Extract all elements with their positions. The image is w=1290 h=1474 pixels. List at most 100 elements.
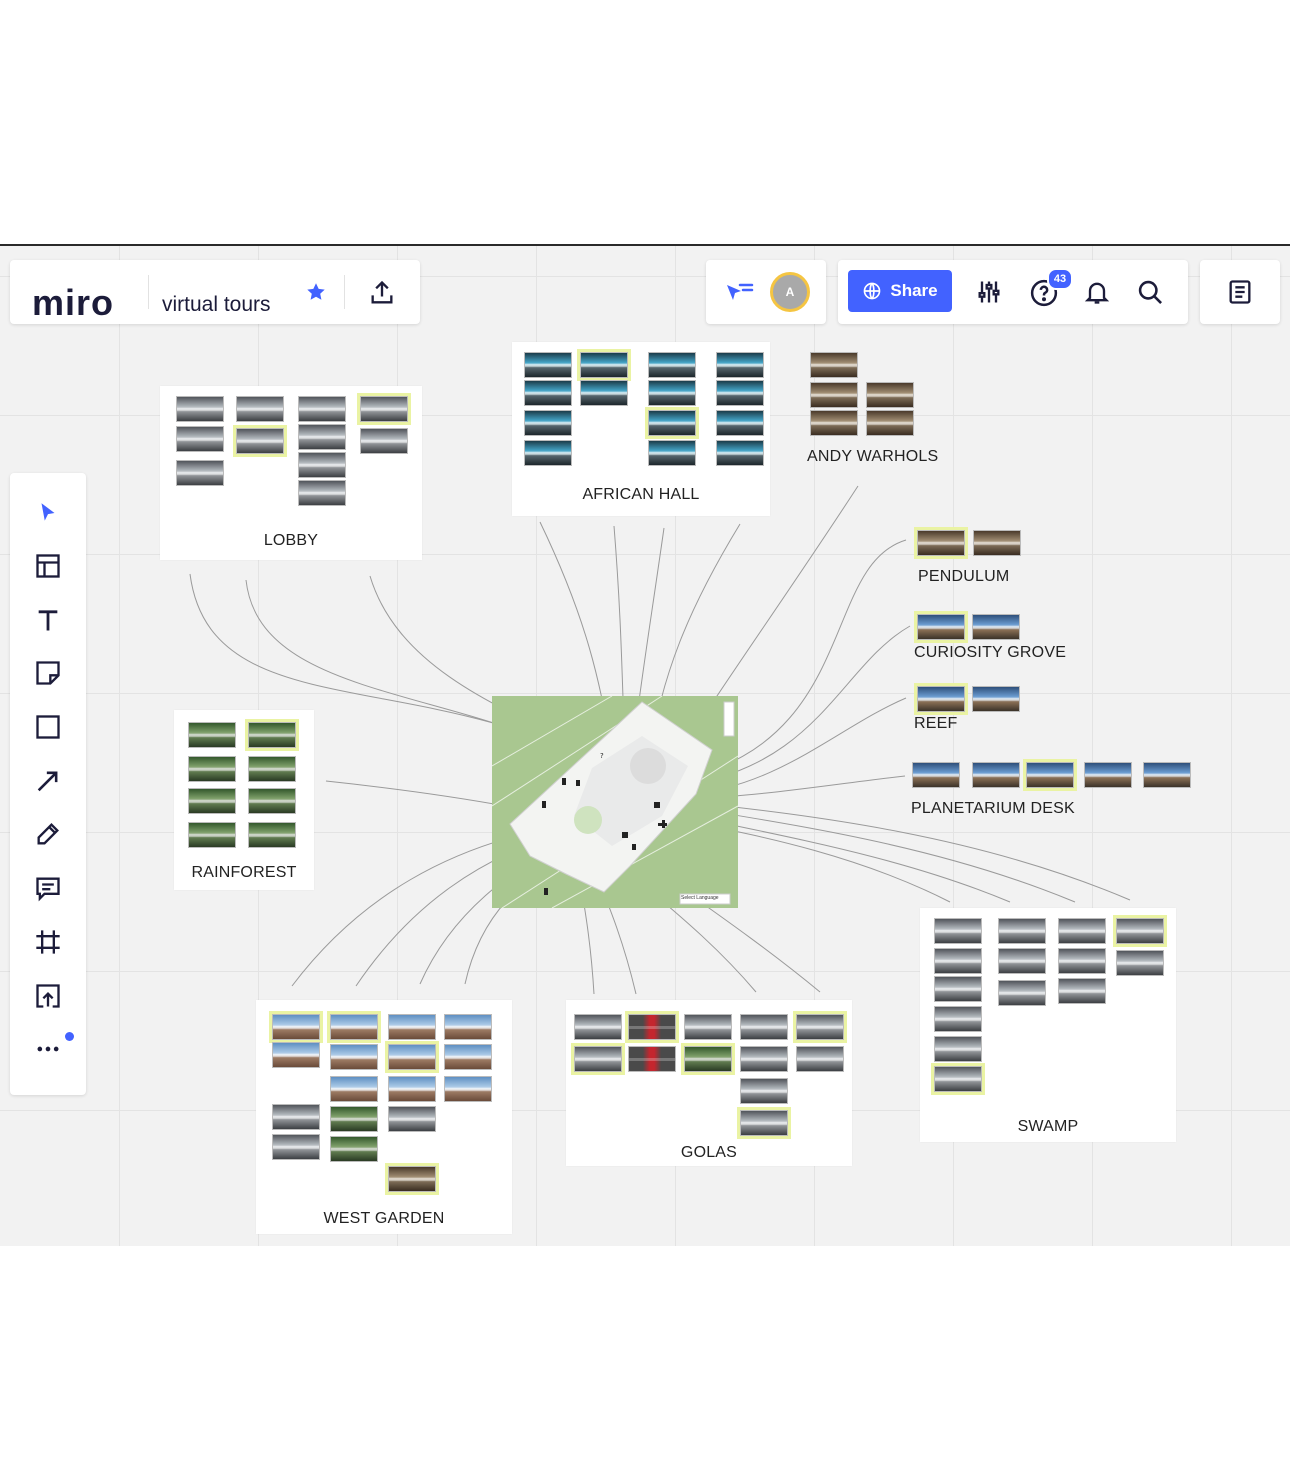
tour-thumbnail[interactable] xyxy=(934,976,982,1002)
tour-thumbnail[interactable] xyxy=(1113,915,1167,947)
tour-thumbnail[interactable] xyxy=(388,1014,436,1040)
tour-thumbnail[interactable] xyxy=(934,948,982,974)
tour-thumbnail[interactable] xyxy=(272,1134,320,1160)
tour-thumbnail[interactable] xyxy=(524,440,572,466)
tour-thumbnail[interactable] xyxy=(972,614,1020,640)
tour-thumbnail[interactable] xyxy=(998,980,1046,1006)
tour-thumbnail[interactable] xyxy=(810,382,858,408)
tour-thumbnail[interactable] xyxy=(360,428,408,454)
tour-thumbnail[interactable] xyxy=(628,1046,676,1072)
tour-thumbnail[interactable] xyxy=(1058,918,1106,944)
tour-thumbnail[interactable] xyxy=(998,918,1046,944)
tour-thumbnail[interactable] xyxy=(444,1044,492,1070)
text-tool[interactable] xyxy=(28,600,68,640)
frame-tool[interactable] xyxy=(28,922,68,962)
miro-logo[interactable]: miro xyxy=(32,282,114,324)
tour-thumbnail[interactable] xyxy=(625,1011,679,1043)
tour-thumbnail[interactable] xyxy=(740,1014,788,1040)
tour-thumbnail[interactable] xyxy=(934,918,982,944)
tour-thumbnail[interactable] xyxy=(298,396,346,422)
tour-thumbnail[interactable] xyxy=(330,1044,378,1070)
tour-thumbnail[interactable] xyxy=(272,1104,320,1130)
tour-thumbnail[interactable] xyxy=(1116,950,1164,976)
tour-thumbnail[interactable] xyxy=(357,393,411,425)
select-tool[interactable] xyxy=(28,493,68,533)
frame-lobby[interactable]: LOBBY xyxy=(160,386,422,560)
tour-thumbnail[interactable] xyxy=(810,352,858,378)
export-icon[interactable] xyxy=(367,278,397,308)
tour-thumbnail[interactable] xyxy=(176,396,224,422)
tour-thumbnail[interactable] xyxy=(248,756,296,782)
tour-thumbnail[interactable] xyxy=(327,1011,381,1043)
tour-thumbnail[interactable] xyxy=(716,380,764,406)
tour-thumbnail[interactable] xyxy=(914,611,968,643)
tour-thumbnail[interactable] xyxy=(298,424,346,450)
tour-thumbnail[interactable] xyxy=(298,452,346,478)
settings-sliders-icon[interactable] xyxy=(974,277,1004,307)
tour-thumbnail[interactable] xyxy=(796,1046,844,1072)
tour-thumbnail[interactable] xyxy=(330,1076,378,1102)
tour-thumbnail[interactable] xyxy=(176,426,224,452)
tour-thumbnail[interactable] xyxy=(972,686,1020,712)
tour-thumbnail[interactable] xyxy=(176,460,224,486)
tour-thumbnail[interactable] xyxy=(330,1106,378,1132)
sticky-note-tool[interactable] xyxy=(28,653,68,693)
tour-thumbnail[interactable] xyxy=(1058,978,1106,1004)
frame-african-hall[interactable]: AFRICAN HALL xyxy=(512,342,770,516)
tour-thumbnail[interactable] xyxy=(269,1011,323,1043)
comment-tool[interactable] xyxy=(28,868,68,908)
tour-thumbnail[interactable] xyxy=(866,382,914,408)
tour-thumbnail[interactable] xyxy=(973,530,1021,556)
tour-thumbnail[interactable] xyxy=(524,410,572,436)
tour-thumbnail[interactable] xyxy=(272,1042,320,1068)
tour-thumbnail[interactable] xyxy=(934,1006,982,1032)
museum-floor-map[interactable]: ? Select Language xyxy=(492,696,738,908)
tour-thumbnail[interactable] xyxy=(866,410,914,436)
tour-thumbnail[interactable] xyxy=(1058,948,1106,974)
frame-west-garden[interactable]: WEST GARDEN xyxy=(256,1000,512,1234)
tour-thumbnail[interactable] xyxy=(737,1107,791,1139)
frame-golas[interactable]: GOLAS xyxy=(566,1000,852,1166)
tour-thumbnail[interactable] xyxy=(233,425,287,457)
more-tools[interactable] xyxy=(28,1029,68,1069)
tour-thumbnail[interactable] xyxy=(236,396,284,422)
tour-thumbnail[interactable] xyxy=(577,349,631,381)
pen-tool[interactable] xyxy=(28,814,68,854)
tour-thumbnail[interactable] xyxy=(934,1036,982,1062)
tour-thumbnail[interactable] xyxy=(248,822,296,848)
tour-thumbnail[interactable] xyxy=(580,380,628,406)
tour-thumbnail[interactable] xyxy=(188,822,236,848)
tour-thumbnail[interactable] xyxy=(444,1014,492,1040)
tour-thumbnail[interactable] xyxy=(444,1076,492,1102)
tour-thumbnail[interactable] xyxy=(248,788,296,814)
tour-thumbnail[interactable] xyxy=(1023,759,1077,791)
tour-thumbnail[interactable] xyxy=(298,480,346,506)
tour-thumbnail[interactable] xyxy=(385,1041,439,1073)
tour-thumbnail[interactable] xyxy=(571,1043,625,1075)
tour-thumbnail[interactable] xyxy=(524,352,572,378)
frame-rainforest[interactable]: RAINFOREST xyxy=(174,710,314,890)
user-avatar[interactable]: A xyxy=(770,272,810,312)
tour-thumbnail[interactable] xyxy=(388,1106,436,1132)
tour-thumbnail[interactable] xyxy=(912,762,960,788)
tour-thumbnail[interactable] xyxy=(385,1163,439,1195)
tour-thumbnail[interactable] xyxy=(740,1078,788,1104)
bell-icon[interactable] xyxy=(1082,277,1112,307)
tour-thumbnail[interactable] xyxy=(998,948,1046,974)
tour-thumbnail[interactable] xyxy=(188,722,236,748)
tour-thumbnail[interactable] xyxy=(1143,762,1191,788)
tour-thumbnail[interactable] xyxy=(524,380,572,406)
tour-thumbnail[interactable] xyxy=(188,788,236,814)
tour-thumbnail[interactable] xyxy=(716,440,764,466)
frame-swamp[interactable]: SWAMP xyxy=(920,908,1176,1142)
tour-thumbnail[interactable] xyxy=(681,1043,735,1075)
tour-thumbnail[interactable] xyxy=(740,1046,788,1072)
star-icon[interactable] xyxy=(304,280,328,304)
language-select[interactable]: Select Language xyxy=(681,895,719,901)
tour-thumbnail[interactable] xyxy=(810,410,858,436)
tour-thumbnail[interactable] xyxy=(972,762,1020,788)
templates-tool[interactable] xyxy=(28,546,68,586)
tour-thumbnail[interactable] xyxy=(648,380,696,406)
share-button[interactable]: Share xyxy=(848,270,952,312)
upload-tool[interactable] xyxy=(28,976,68,1016)
